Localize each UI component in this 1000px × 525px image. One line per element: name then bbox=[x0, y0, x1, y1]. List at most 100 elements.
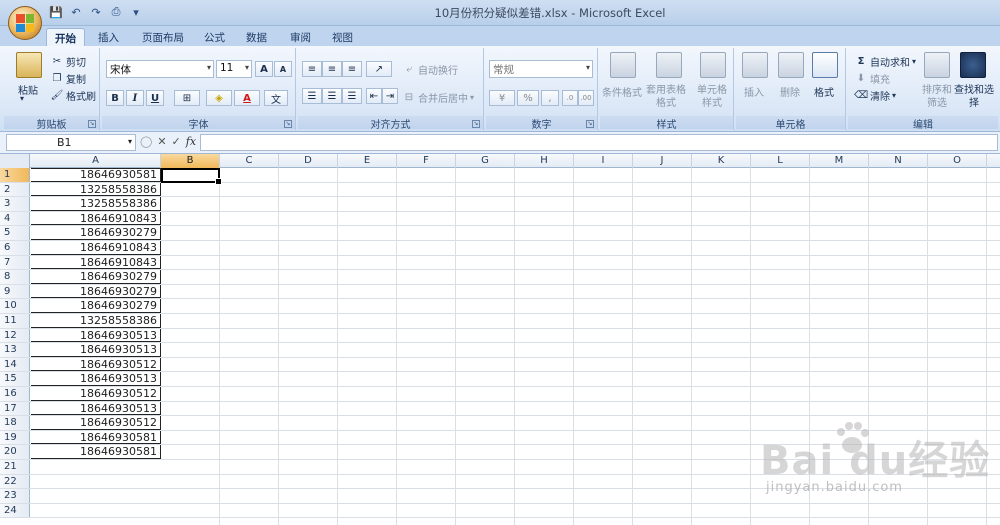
column-header-o[interactable]: O bbox=[928, 154, 987, 168]
row-header[interactable]: 4 bbox=[0, 211, 30, 226]
tab-formulas[interactable]: 公式 bbox=[196, 28, 233, 46]
paste-icon[interactable] bbox=[16, 52, 42, 78]
row-header[interactable]: 1 bbox=[0, 168, 30, 182]
cell-a4[interactable]: 18646910843 bbox=[31, 211, 161, 226]
conditional-format-button[interactable]: 条件格式 bbox=[602, 84, 642, 99]
shrink-font-icon[interactable]: A bbox=[274, 61, 292, 77]
row-header[interactable]: 8 bbox=[0, 270, 30, 284]
paste-dropdown-icon[interactable]: ▾ bbox=[20, 94, 24, 103]
row-header[interactable]: 14 bbox=[0, 357, 30, 372]
cell-a5[interactable]: 18646930279 bbox=[31, 226, 161, 240]
table-format-button[interactable]: 套用表格格式 bbox=[646, 84, 686, 110]
cell-a9[interactable]: 18646930279 bbox=[31, 284, 161, 299]
fill-button[interactable]: ⬇ 填充 bbox=[854, 71, 890, 86]
sort-filter-icon[interactable] bbox=[924, 52, 950, 78]
currency-icon[interactable]: ¥ bbox=[489, 90, 515, 106]
cell-a20[interactable]: 18646930581 bbox=[31, 445, 161, 459]
font-size-select[interactable]: 11 ▾ bbox=[216, 60, 252, 78]
comma-icon[interactable]: , bbox=[541, 90, 559, 106]
format-cells-icon[interactable] bbox=[812, 52, 838, 78]
cell-a14[interactable]: 18646930512 bbox=[31, 357, 161, 372]
cell-a13[interactable]: 18646930513 bbox=[31, 343, 161, 357]
conditional-format-icon[interactable] bbox=[610, 52, 636, 78]
row-header[interactable]: 2 bbox=[0, 182, 30, 197]
number-launcher-icon[interactable]: ↘ bbox=[586, 120, 594, 128]
font-name-select[interactable]: 宋体 ▾ bbox=[106, 60, 214, 78]
row-header[interactable]: 17 bbox=[0, 401, 30, 416]
row-header[interactable]: 3 bbox=[0, 197, 30, 211]
insert-function-icon[interactable]: fx bbox=[186, 135, 196, 148]
enter-icon[interactable]: ✓ bbox=[172, 135, 181, 148]
row-header[interactable]: 21 bbox=[0, 460, 30, 474]
select-all-corner[interactable] bbox=[0, 154, 30, 168]
formula-input[interactable] bbox=[200, 134, 998, 151]
row-header[interactable]: 15 bbox=[0, 372, 30, 386]
row-header[interactable]: 12 bbox=[0, 328, 30, 343]
insert-cells-icon[interactable] bbox=[742, 52, 768, 78]
sort-filter-button[interactable]: 排序和筛选 bbox=[920, 84, 954, 110]
phonetic-icon[interactable]: 文 bbox=[264, 90, 288, 106]
table-format-icon[interactable] bbox=[656, 52, 682, 78]
row-header[interactable]: 6 bbox=[0, 241, 30, 255]
row-header[interactable]: 16 bbox=[0, 387, 30, 401]
cell-a7[interactable]: 18646910843 bbox=[31, 255, 161, 270]
cell-a16[interactable]: 18646930512 bbox=[31, 387, 161, 401]
row-header[interactable]: 5 bbox=[0, 226, 30, 240]
cell-a1[interactable]: 18646930581 bbox=[31, 168, 161, 182]
row-header[interactable]: 11 bbox=[0, 314, 30, 328]
column-header-d[interactable]: D bbox=[279, 154, 338, 168]
cell-a6[interactable]: 18646910843 bbox=[31, 241, 161, 255]
number-format-select[interactable]: 常规 ▾ bbox=[489, 60, 593, 78]
name-box[interactable]: B1 ▾ bbox=[6, 134, 136, 151]
column-header-k[interactable]: K bbox=[692, 154, 751, 168]
merge-center-button[interactable]: ⊟ 合并后居中 ▾ bbox=[402, 90, 474, 105]
cell-a19[interactable]: 18646930581 bbox=[31, 430, 161, 445]
column-header-h[interactable]: H bbox=[515, 154, 574, 168]
autosum-button[interactable]: Σ 自动求和 ▾ bbox=[854, 54, 916, 69]
italic-button[interactable]: I bbox=[126, 90, 144, 106]
wrap-text-button[interactable]: ⤶ 自动换行 bbox=[402, 62, 458, 77]
column-header-g[interactable]: G bbox=[456, 154, 515, 168]
column-header-l[interactable]: L bbox=[751, 154, 810, 168]
column-header-f[interactable]: F bbox=[397, 154, 456, 168]
row-header[interactable]: 7 bbox=[0, 255, 30, 270]
cell-a8[interactable]: 18646930279 bbox=[31, 270, 161, 284]
row-header[interactable]: 23 bbox=[0, 489, 30, 503]
cell-a18[interactable]: 18646930512 bbox=[31, 416, 161, 430]
decrease-indent-icon[interactable]: ⇤ bbox=[366, 88, 382, 104]
cell-a3[interactable]: 13258558386 bbox=[31, 197, 161, 211]
cell-styles-button[interactable]: 单元格样式 bbox=[694, 84, 730, 110]
tab-data[interactable]: 数据 bbox=[238, 28, 275, 46]
cell-styles-icon[interactable] bbox=[700, 52, 726, 78]
column-header-j[interactable]: J bbox=[633, 154, 692, 168]
tab-home[interactable]: 开始 bbox=[46, 28, 85, 46]
row-header[interactable]: 19 bbox=[0, 430, 30, 445]
grow-font-icon[interactable]: A bbox=[255, 61, 273, 77]
align-top-icon[interactable]: ≡ bbox=[302, 61, 322, 77]
cell-a15[interactable]: 18646930513 bbox=[31, 372, 161, 386]
fill-color-icon[interactable]: ◈ bbox=[206, 90, 232, 106]
cell-a2[interactable]: 13258558386 bbox=[31, 182, 161, 197]
decrease-decimal-icon[interactable]: .00 bbox=[578, 90, 594, 106]
font-launcher-icon[interactable]: ↘ bbox=[284, 120, 292, 128]
active-cell-b1[interactable] bbox=[161, 168, 222, 185]
borders-icon[interactable]: ⊞ bbox=[174, 90, 200, 106]
increase-decimal-icon[interactable]: .0 bbox=[562, 90, 578, 106]
align-left-icon[interactable]: ☰ bbox=[302, 88, 322, 104]
column-header-c[interactable]: C bbox=[220, 154, 279, 168]
row-header[interactable]: 22 bbox=[0, 474, 30, 489]
underline-button[interactable]: U bbox=[146, 90, 164, 106]
find-select-button[interactable]: 查找和选择 bbox=[954, 84, 994, 110]
increase-indent-icon[interactable]: ⇥ bbox=[382, 88, 398, 104]
cell-a11[interactable]: 13258558386 bbox=[31, 314, 161, 328]
align-center-icon[interactable]: ☰ bbox=[322, 88, 342, 104]
format-cells-button[interactable]: 格式 bbox=[814, 84, 834, 99]
row-header[interactable]: 13 bbox=[0, 343, 30, 357]
column-header-m[interactable]: M bbox=[810, 154, 869, 168]
cancel-icon[interactable]: ✕ bbox=[157, 135, 166, 148]
clear-button[interactable]: ⌫ 清除 ▾ bbox=[854, 88, 896, 103]
insert-cells-button[interactable]: 插入 bbox=[744, 84, 764, 99]
copy-button[interactable]: ❐ 复制 bbox=[50, 71, 86, 86]
tab-insert[interactable]: 插入 bbox=[90, 28, 127, 46]
binoculars-icon[interactable] bbox=[960, 52, 986, 78]
